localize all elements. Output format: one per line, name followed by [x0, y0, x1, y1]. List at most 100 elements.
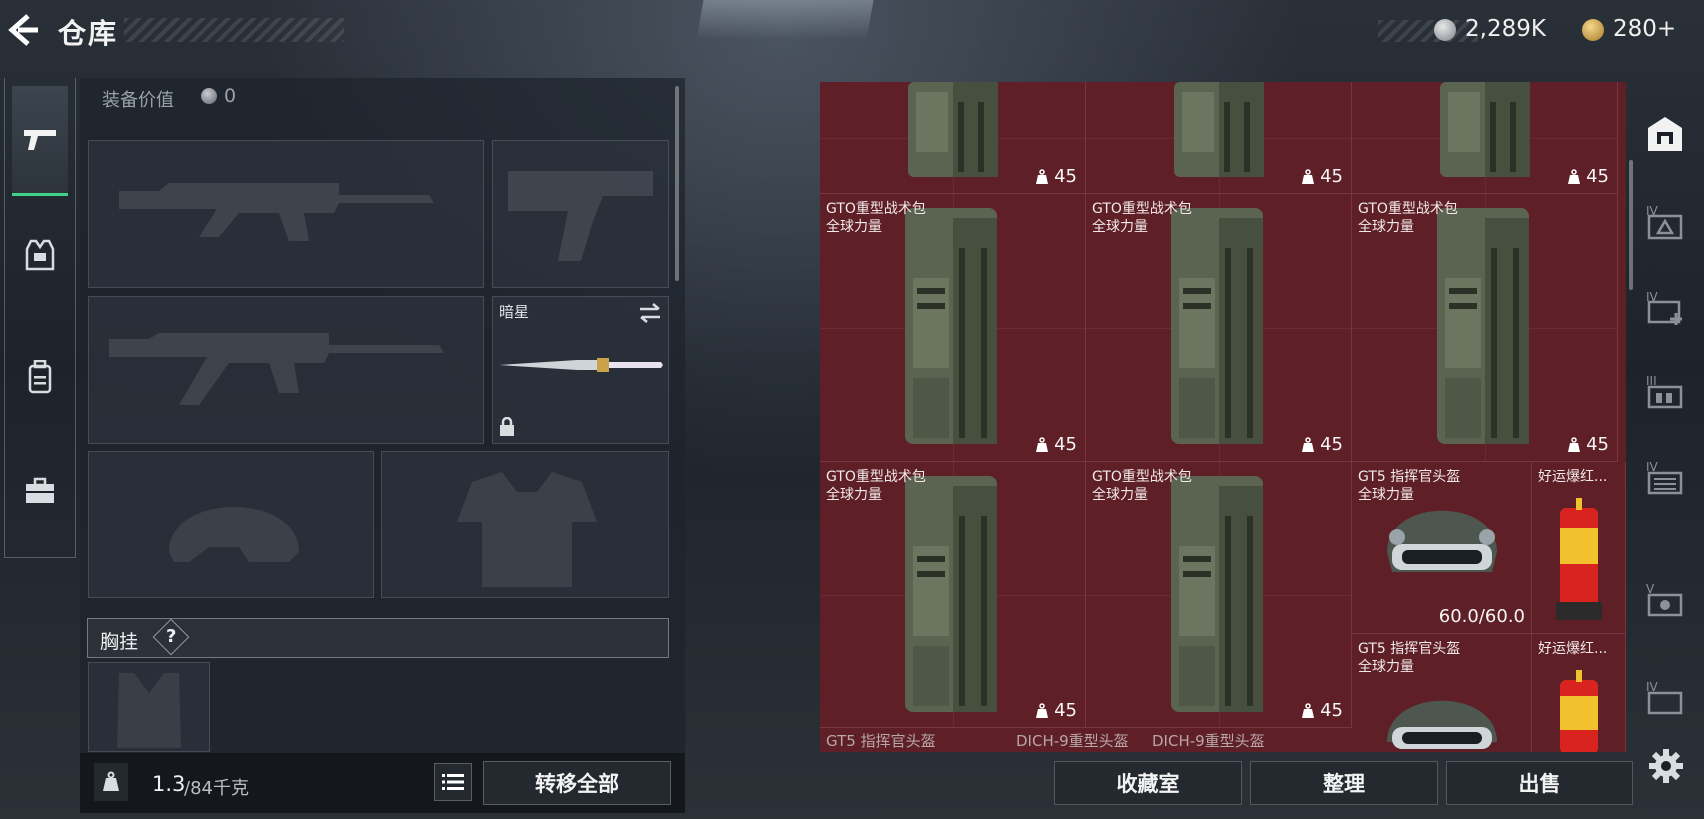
- collection-room-button[interactable]: 收藏室: [1054, 761, 1242, 805]
- helmet-slot[interactable]: [88, 451, 374, 598]
- item-qty: 45: [1320, 434, 1343, 455]
- help-icon-label: ?: [166, 626, 177, 647]
- armor-slot[interactable]: [381, 451, 669, 598]
- swap-arrows-icon[interactable]: [638, 303, 662, 323]
- item-title: GT5 指挥官头盔: [1358, 469, 1461, 485]
- tier-label: IV: [1646, 290, 1658, 304]
- weight-mini-icon: [1568, 168, 1581, 184]
- item-count: 45: [1034, 434, 1077, 455]
- inventory-cell[interactable]: 45: [1352, 82, 1618, 194]
- home-base-icon: [1648, 117, 1682, 151]
- right-tab-misc[interactable]: IV: [1638, 672, 1692, 732]
- item-name-partial: DICH-9重型头盔: [1016, 732, 1129, 750]
- list-view-button[interactable]: [434, 763, 472, 801]
- sell-button[interactable]: 出售: [1446, 761, 1633, 805]
- item-title: GTO重型战术包: [1358, 201, 1458, 217]
- backpack-image: [1171, 208, 1263, 444]
- toolbox-icon: [26, 477, 54, 503]
- item-count: 45: [1034, 700, 1077, 721]
- tab-toolbox[interactable]: [12, 436, 68, 546]
- item-qty: 45: [1320, 700, 1343, 721]
- backpack-image: [1437, 208, 1529, 444]
- pistol-silhouette-icon: [508, 171, 653, 261]
- melee-weapon-slot[interactable]: 暗星: [492, 296, 669, 444]
- item-subtitle: 全球力量: [1358, 659, 1414, 675]
- backpack-image: [1174, 82, 1264, 177]
- item-title: GTO重型战术包: [826, 201, 926, 217]
- armor-silhouette-icon: [457, 472, 597, 587]
- backpack-image: [908, 82, 998, 177]
- equipment-value: 0: [224, 85, 237, 107]
- organize-button[interactable]: 整理: [1250, 761, 1438, 805]
- weight-icon: [94, 763, 128, 801]
- tab-backpack[interactable]: [12, 322, 68, 432]
- right-tab-medical[interactable]: IV: [1638, 282, 1692, 342]
- item-count: 45: [1566, 434, 1609, 455]
- inventory-cell[interactable]: GTO重型战术包 全球力量 45: [820, 462, 1086, 728]
- right-tab-container[interactable]: IV: [1638, 196, 1692, 256]
- equipment-scrollbar[interactable]: [675, 86, 679, 281]
- page-title: 仓库: [58, 17, 119, 50]
- knife-image: [499, 358, 663, 372]
- firecracker-image: [1556, 498, 1602, 620]
- item-qty: 45: [1054, 166, 1077, 187]
- secondary-weapon-slot[interactable]: [492, 140, 669, 288]
- inventory-scrollbar[interactable]: [1629, 160, 1633, 290]
- gold-coin-icon: [1582, 19, 1604, 41]
- transfer-all-button[interactable]: 转移全部: [483, 761, 671, 805]
- item-name-partial: GT5 指挥官头盔: [826, 732, 936, 750]
- tier-label: IV: [1646, 680, 1658, 694]
- item-name: GTO重型战术包 全球力量: [826, 200, 926, 236]
- pistol-icon: [24, 129, 56, 150]
- currency-silver-amount: 2,289K: [1465, 16, 1546, 42]
- right-tab-valuables[interactable]: V: [1638, 574, 1692, 634]
- inventory-cell-firecracker[interactable]: 好运爆红...: [1532, 462, 1626, 634]
- back-arrow-icon[interactable]: [6, 12, 40, 48]
- item-qty: 45: [1586, 166, 1609, 187]
- item-subtitle: 全球力量: [1092, 487, 1148, 503]
- item-subtitle: 全球力量: [826, 487, 882, 503]
- weight-mini-icon: [1036, 702, 1049, 718]
- value-coin-icon: [201, 88, 217, 104]
- tier-label: IV: [1646, 204, 1658, 218]
- right-tab-home-base[interactable]: [1638, 104, 1692, 164]
- tier-label: V: [1646, 582, 1655, 596]
- inventory-cell[interactable]: GTO重型战术包 全球力量 45: [1352, 194, 1618, 462]
- right-tab-supplies[interactable]: IV: [1638, 452, 1692, 512]
- title-stripe: [124, 18, 344, 42]
- lock-icon: [500, 417, 514, 436]
- weight-mini-icon: [1036, 168, 1049, 184]
- inventory-cell-helmet[interactable]: GT5 指挥官头盔 全球力量 60.0/60.0: [1352, 462, 1532, 634]
- tab-weapons[interactable]: [12, 86, 68, 196]
- inventory-cell[interactable]: 45: [1086, 82, 1352, 194]
- settings-gear-icon[interactable]: [1648, 748, 1684, 784]
- tab-armor[interactable]: [12, 200, 68, 310]
- silver-coin-icon: [1434, 19, 1456, 41]
- inventory-cell-helmet[interactable]: GT5 指挥官头盔 全球力量: [1352, 634, 1532, 752]
- item-title: GTO重型战术包: [1092, 201, 1192, 217]
- inventory-cell[interactable]: GTO重型战术包 全球力量 45: [1086, 462, 1352, 728]
- chest-rig-slot[interactable]: [88, 662, 210, 752]
- item-name: 好运爆红...: [1538, 641, 1608, 657]
- backpack-image: [905, 208, 997, 444]
- inventory-cell-firecracker[interactable]: 好运爆红...: [1532, 634, 1626, 752]
- weight-mini-icon: [1302, 702, 1315, 718]
- primary-weapon-slot-2[interactable]: [88, 296, 484, 444]
- ceiling-light: [696, 0, 874, 40]
- item-name: 好运爆红...: [1538, 469, 1608, 485]
- primary-weapon-slot[interactable]: [88, 140, 484, 288]
- item-title: GTO重型战术包: [1092, 469, 1192, 485]
- item-name: GTO重型战术包 全球力量: [1092, 468, 1192, 504]
- right-tab-ammo[interactable]: III: [1638, 366, 1692, 426]
- inventory-cell[interactable]: 45: [820, 82, 1086, 194]
- chest-rig-silhouette-icon: [117, 673, 181, 748]
- inventory-grid: 45 45 45 GTO重型战术包 全球力量 45 GTO重型战术包 全球力量 45…: [820, 82, 1626, 752]
- list-icon: [442, 774, 464, 790]
- inventory-cell[interactable]: GTO重型战术包 全球力量 45: [820, 194, 1086, 462]
- item-qty: 45: [1054, 434, 1077, 455]
- item-title: GTO重型战术包: [826, 469, 926, 485]
- inventory-cell[interactable]: GTO重型战术包 全球力量 45: [1086, 194, 1352, 462]
- item-count: 45: [1300, 700, 1343, 721]
- item-subtitle: 全球力量: [1358, 219, 1414, 235]
- item-name-partial: DICH-9重型头盔: [1152, 732, 1265, 750]
